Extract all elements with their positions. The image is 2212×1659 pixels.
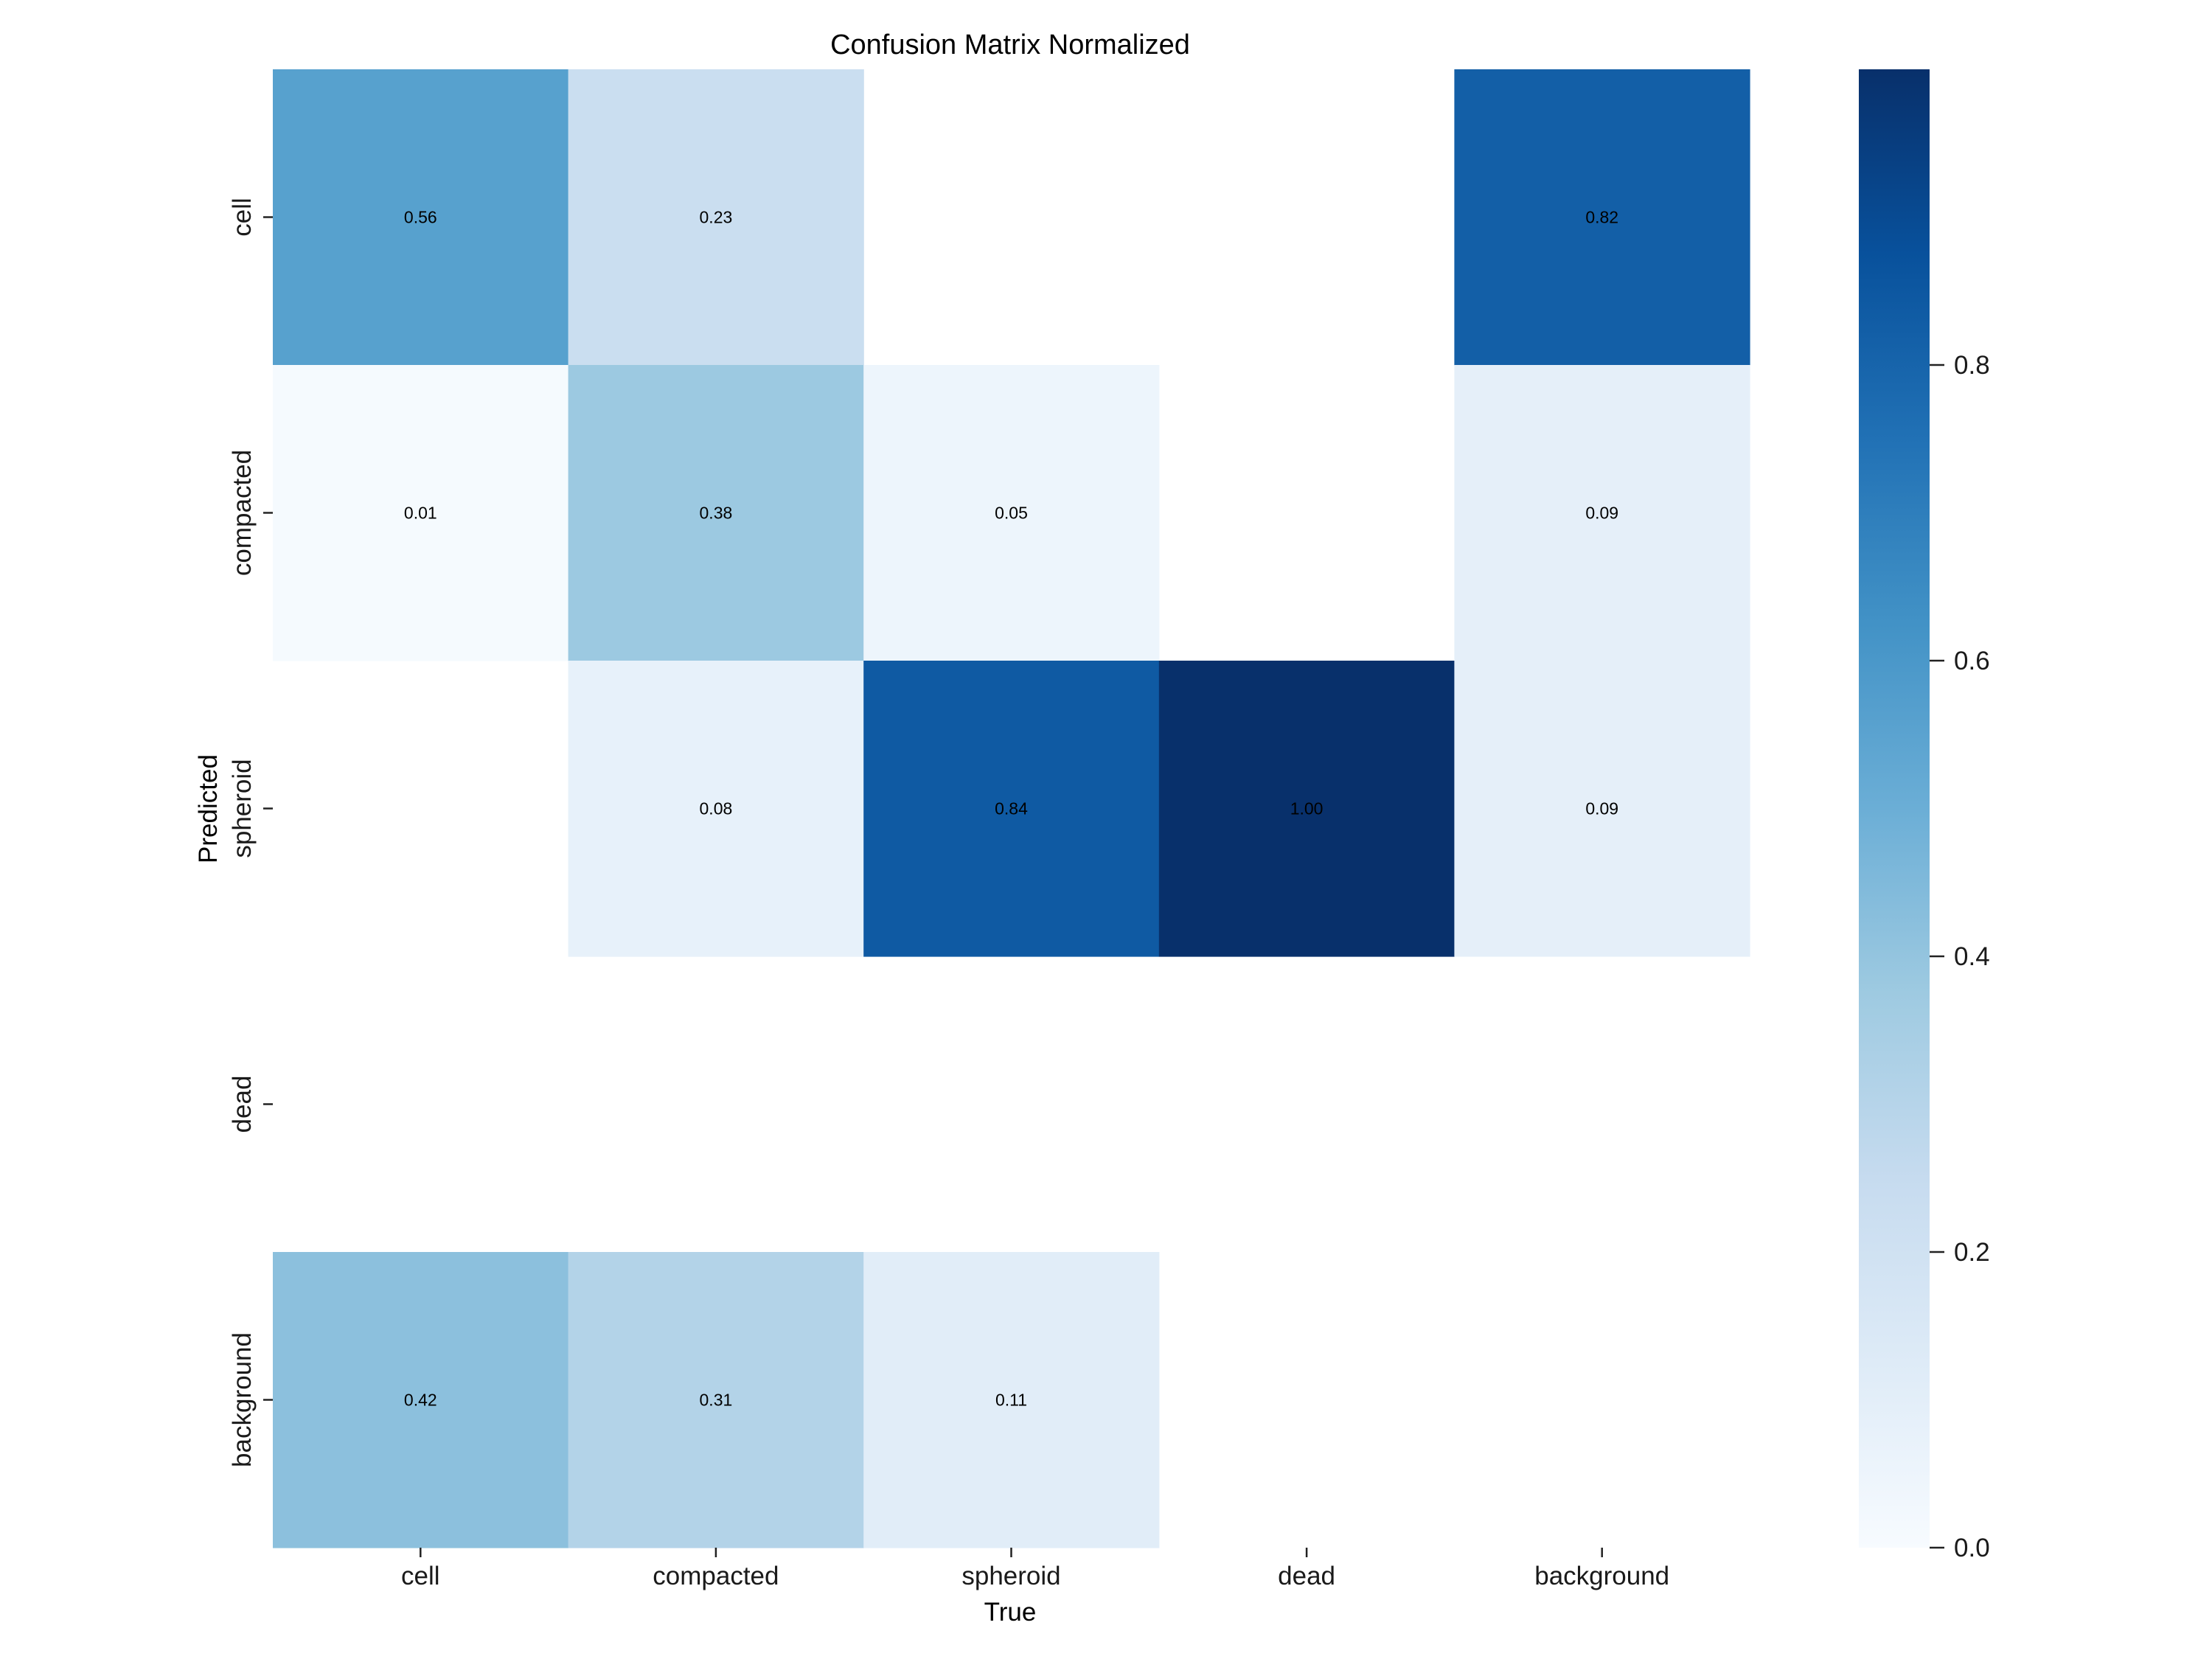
colorbar-tick-label: 0.8	[1954, 351, 1990, 380]
y-axis-ticks: cell compacted spheroid dead background	[228, 198, 273, 1467]
confusion-matrix-chart: Confusion Matrix Normalized 0.56 0.23 0.82…	[194, 29, 1990, 1627]
x-tick-label: spheroid	[961, 1562, 1060, 1590]
cell-annotation: 0.09	[1585, 799, 1618, 818]
cell-annotation: 0.23	[700, 208, 733, 227]
colorbar-tick-label: 0.2	[1954, 1238, 1990, 1267]
cell-annotation: 0.08	[700, 799, 733, 818]
x-tick-label: cell	[401, 1562, 440, 1590]
cell-annotation: 0.01	[404, 504, 437, 523]
y-tick-label: dead	[228, 1076, 257, 1133]
chart-title: Confusion Matrix Normalized	[830, 29, 1190, 60]
x-axis-label: True	[984, 1598, 1037, 1627]
cell-annotation: 0.84	[995, 799, 1028, 818]
x-tick-label: compacted	[653, 1562, 779, 1590]
cell-annotation: 0.09	[1585, 504, 1618, 523]
x-axis-ticks: cell compacted spheroid dead background	[401, 1548, 1669, 1590]
y-tick-label: background	[228, 1332, 257, 1467]
cell-annotation: 0.05	[995, 504, 1028, 523]
cell-annotation: 0.56	[404, 208, 437, 227]
y-tick-label: compacted	[228, 450, 257, 576]
y-tick-label: cell	[228, 198, 257, 237]
cell-annotation: 0.11	[995, 1391, 1027, 1410]
cell-annotation: 0.82	[1585, 208, 1618, 227]
y-tick-label: spheroid	[228, 759, 257, 858]
cell-annotation: 1.00	[1290, 799, 1324, 818]
x-tick-label: dead	[1278, 1562, 1335, 1590]
y-axis-label: Predicted	[194, 754, 223, 863]
colorbar-tick-label: 0.4	[1954, 942, 1990, 971]
cell-annotation: 0.38	[700, 504, 733, 523]
colorbar-tick-label: 0.6	[1954, 647, 1990, 675]
cell-annotation: 0.42	[404, 1391, 437, 1410]
colorbar-tick-label: 0.0	[1954, 1534, 1990, 1562]
colorbar-gradient	[1859, 69, 1930, 1548]
cell-annotation: 0.31	[700, 1391, 733, 1410]
x-tick-label: background	[1534, 1562, 1669, 1590]
colorbar: 0.0 0.2 0.4 0.6 0.8	[1859, 69, 1990, 1562]
colorbar-ticks: 0.0 0.2 0.4 0.6 0.8	[1930, 351, 1990, 1562]
